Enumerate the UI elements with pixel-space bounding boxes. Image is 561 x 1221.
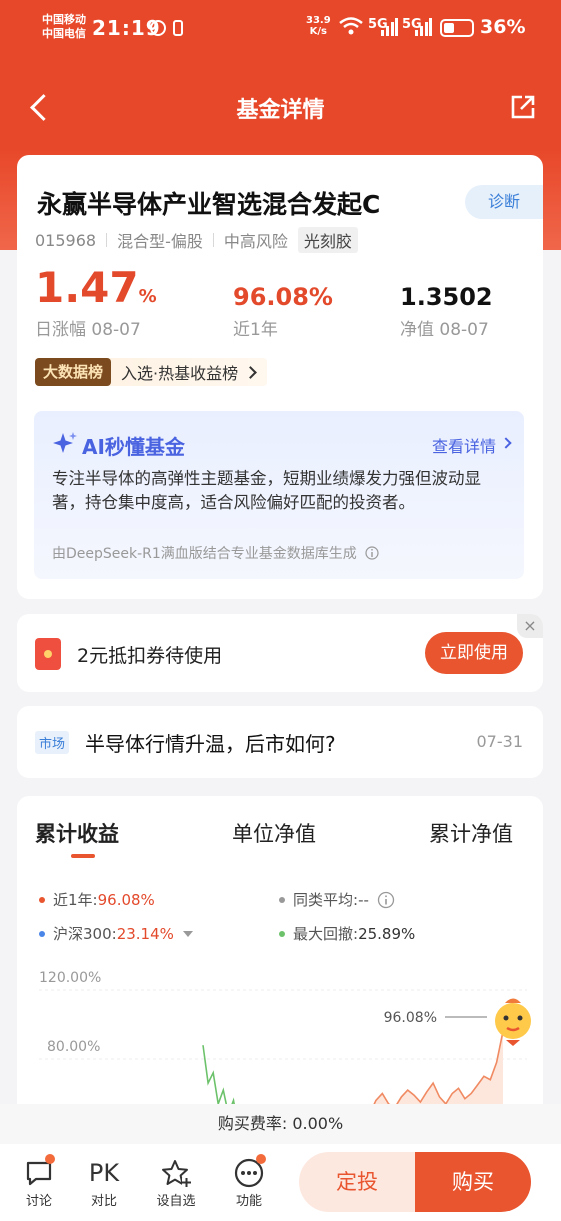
notification-dot [256,1154,266,1164]
chevron-right-icon [500,437,512,449]
rank-text: 入选·热基收益榜 [121,364,239,383]
ai-summary-box: AI秒懂基金 查看详情 专注半导体的高弹性主题基金，短期业绩爆发力强但波动显著，… [34,411,524,579]
carrier-2: 中国电信 [42,27,86,40]
nav-value-label: 净值 08-07 [400,320,489,340]
more-functions-label: 功能 [235,1194,262,1209]
carrier-names: 中国移动 中国电信 [42,13,86,41]
daily-change-value: 1.47 [35,263,139,312]
network-speed: 33.9 K/s [306,15,331,37]
carrier-1: 中国移动 [42,13,86,26]
share-icon[interactable] [510,94,536,120]
news-title: 半导体行情升温，后市如何? [85,732,336,756]
news-date: 07-31 [476,732,524,751]
nav-value: 1.3502 [400,283,493,311]
news-card[interactable]: 市场 半导体行情升温，后市如何? 07-31 [17,706,543,778]
speed-unit: K/s [309,26,328,37]
news-tag: 市场 [35,731,70,754]
notification-icons [150,20,183,36]
add-watchlist-label: 设自选 [156,1194,196,1209]
wifi-icon [339,17,363,35]
chart-plot[interactable]: 96.08% [17,796,543,1126]
year-return-label: 近1年 [233,320,278,340]
discuss-label: 讨论 [25,1194,52,1209]
rank-badge: 大数据榜 [35,358,112,386]
auto-invest-button[interactable]: 定投 [299,1152,415,1212]
battery-percent: 36% [480,16,526,38]
daily-change: 1.47% [35,263,157,312]
status-icons [148,18,192,42]
close-icon[interactable]: × [517,614,543,638]
daily-change-label: 日涨幅 08-07 [35,320,141,340]
ai-more-link[interactable]: 查看详情 [432,433,496,457]
end-value-label: 96.08% [384,1010,437,1026]
red-envelope-icon [35,638,61,670]
bottom-bar: 购买费率: 0.00% 讨论 PK 对比 设自选 功能 定投 购买 [0,1104,561,1221]
fund-risk: 中高风险 [223,232,288,251]
battery-icon [440,19,474,37]
info-icon[interactable] [365,546,379,560]
daily-change-unit: % [138,286,157,307]
fund-code: 015968 [35,230,97,250]
use-coupon-button[interactable]: 立即使用 [425,632,523,674]
signal-icon-1 [381,18,398,36]
coupon-text: 2元抵扣券待使用 [77,645,223,667]
more-functions-button[interactable]: 功能 [219,1154,279,1209]
chevron-right-icon [244,365,257,379]
compare-label: 对比 [90,1194,117,1209]
discuss-button[interactable]: 讨论 [9,1154,69,1209]
ai-title: AI秒懂基金 [82,435,185,459]
fund-meta: 015968 混合型-偏股 中高风险 光刻胶 [35,227,358,253]
mascot-icon [495,998,531,1046]
notification-dot [45,1154,55,1164]
status-bar: 中国移动 中国电信 21:19 33.9 K/s 5G 5G 36% [0,0,561,60]
signal-icon-2 [415,18,432,36]
ai-source: 由DeepSeek-R1满血版结合专业基金数据库生成 [52,543,379,563]
fund-type: 混合型-偏股 [117,232,203,251]
performance-chart-card: 累计收益 单位净值 累计净值 近1年: 96.08% 同类平均: -- 沪深300:… [17,796,543,1126]
pk-icon: PK [88,1159,120,1187]
year-return: 96.08% [233,283,333,311]
star-plus-icon [162,1160,191,1187]
speed-value: 33.9 [306,15,331,26]
buy-button[interactable]: 购买 [415,1152,531,1212]
theme-tag[interactable]: 光刻胶 [297,227,358,253]
purchase-fee: 购买费率: 0.00% [0,1104,561,1144]
fund-summary-card: 永赢半导体产业智选混合发起C 诊断 015968 混合型-偏股 中高风险 光刻胶… [17,155,543,599]
diagnose-button[interactable]: 诊断 [465,185,543,219]
page-title: 基金详情 [236,98,325,123]
coupon-card: 2元抵扣券待使用 立即使用 × [17,614,543,692]
ai-summary-text: 专注半导体的高弹性主题基金，短期业绩爆发力强但波动显著，持仓集中度高，适合风险偏… [52,469,481,512]
fund-name: 永赢半导体产业智选混合发起C [37,190,381,219]
add-watchlist-button[interactable]: 设自选 [146,1156,206,1209]
sparkle-icon [53,432,77,453]
compare-button[interactable]: PK 对比 [74,1156,134,1209]
ai-source-text: 由DeepSeek-R1满血版结合专业基金数据库生成 [52,546,357,562]
ranking-banner[interactable]: 大数据榜 入选·热基收益榜 [35,358,268,386]
